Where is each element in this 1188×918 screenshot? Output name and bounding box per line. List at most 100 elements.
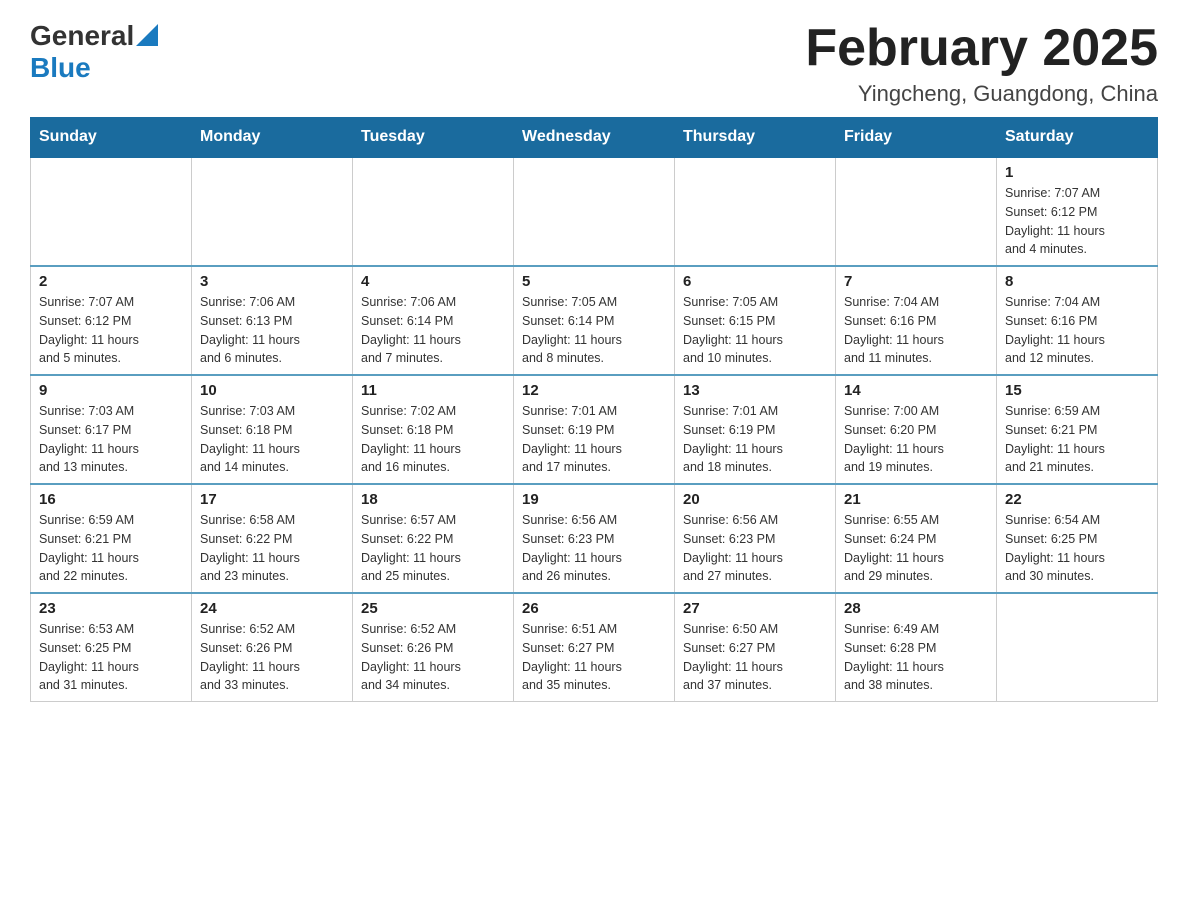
logo-general-text: General: [30, 20, 134, 52]
day-info: Sunrise: 6:59 AMSunset: 6:21 PMDaylight:…: [1005, 402, 1149, 477]
logo-arrow-icon: [136, 24, 158, 46]
day-number: 6: [683, 273, 827, 290]
day-info: Sunrise: 7:06 AMSunset: 6:14 PMDaylight:…: [361, 293, 505, 368]
day-info: Sunrise: 7:04 AMSunset: 6:16 PMDaylight:…: [1005, 293, 1149, 368]
day-info: Sunrise: 7:02 AMSunset: 6:18 PMDaylight:…: [361, 402, 505, 477]
calendar-cell: 9Sunrise: 7:03 AMSunset: 6:17 PMDaylight…: [31, 375, 192, 484]
calendar-header-thursday: Thursday: [675, 118, 836, 158]
calendar-cell: 12 Sunrise: 7:01 AMSunset: 6:19 PMDayligh…: [514, 375, 675, 484]
day-info: Sunrise: 6:52 AMSunset: 6:26 PMDaylight:…: [200, 620, 344, 695]
calendar-cell: 26 Sunrise: 6:51 AMSunset: 6:27 PMDayligh…: [514, 593, 675, 702]
calendar-cell: [997, 593, 1158, 702]
calendar-cell: 18 Sunrise: 6:57 AMSunset: 6:22 PMDayligh…: [353, 484, 514, 593]
calendar-header-row: SundayMondayTuesdayWednesdayThursdayFrid…: [31, 118, 1158, 158]
calendar-cell: 24 Sunrise: 6:52 AMSunset: 6:26 PMDayligh…: [192, 593, 353, 702]
day-info: Sunrise: 6:52 AMSunset: 6:26 PMDaylight:…: [361, 620, 505, 695]
day-number: 28: [844, 600, 988, 617]
calendar-cell: 5Sunrise: 7:05 AMSunset: 6:14 PMDaylight…: [514, 266, 675, 375]
day-number: 8: [1005, 273, 1149, 290]
day-number: 24: [200, 600, 344, 617]
day-info: Sunrise: 6:49 AMSunset: 6:28 PMDaylight:…: [844, 620, 988, 695]
day-info: Sunrise: 7:03 AMSunset: 6:17 PMDaylight:…: [39, 402, 183, 477]
calendar-cell: 28 Sunrise: 6:49 AMSunset: 6:28 PMDayligh…: [836, 593, 997, 702]
calendar-header-wednesday: Wednesday: [514, 118, 675, 158]
calendar-cell: 23Sunrise: 6:53 AMSunset: 6:25 PMDayligh…: [31, 593, 192, 702]
calendar-cell: 13 Sunrise: 7:01 AMSunset: 6:19 PMDayligh…: [675, 375, 836, 484]
calendar-cell: 16Sunrise: 6:59 AMSunset: 6:21 PMDayligh…: [31, 484, 192, 593]
day-info: Sunrise: 7:01 AMSunset: 6:19 PMDaylight:…: [683, 402, 827, 477]
day-number: 17: [200, 491, 344, 508]
day-number: 27: [683, 600, 827, 617]
calendar-cell: 25 Sunrise: 6:52 AMSunset: 6:26 PMDayligh…: [353, 593, 514, 702]
calendar-cell: [836, 157, 997, 266]
day-info: Sunrise: 6:57 AMSunset: 6:22 PMDaylight:…: [361, 511, 505, 586]
day-number: 15: [1005, 382, 1149, 399]
calendar-table: SundayMondayTuesdayWednesdayThursdayFrid…: [30, 117, 1158, 702]
day-number: 12: [522, 382, 666, 399]
day-number: 1: [1005, 164, 1149, 181]
day-info: Sunrise: 6:56 AMSunset: 6:23 PMDaylight:…: [522, 511, 666, 586]
logo-blue-text: Blue: [30, 52, 91, 84]
day-number: 21: [844, 491, 988, 508]
calendar-week-row: 2 Sunrise: 7:07 AMSunset: 6:12 PMDaylight…: [31, 266, 1158, 375]
day-number: 25: [361, 600, 505, 617]
calendar-cell: 2 Sunrise: 7:07 AMSunset: 6:12 PMDaylight…: [31, 266, 192, 375]
day-number: 2: [39, 273, 183, 290]
logo: General Blue: [30, 20, 158, 84]
day-info: Sunrise: 6:54 AMSunset: 6:25 PMDaylight:…: [1005, 511, 1149, 586]
day-number: 3: [200, 273, 344, 290]
day-number: 26: [522, 600, 666, 617]
calendar-cell: [31, 157, 192, 266]
day-number: 10: [200, 382, 344, 399]
day-info: Sunrise: 7:07 AMSunset: 6:12 PMDaylight:…: [39, 293, 183, 368]
day-info: Sunrise: 7:01 AMSunset: 6:19 PMDaylight:…: [522, 402, 666, 477]
calendar-week-row: 9Sunrise: 7:03 AMSunset: 6:17 PMDaylight…: [31, 375, 1158, 484]
day-number: 20: [683, 491, 827, 508]
calendar-cell: 6 Sunrise: 7:05 AMSunset: 6:15 PMDaylight…: [675, 266, 836, 375]
calendar-cell: 4 Sunrise: 7:06 AMSunset: 6:14 PMDaylight…: [353, 266, 514, 375]
day-number: 19: [522, 491, 666, 508]
day-number: 13: [683, 382, 827, 399]
day-info: Sunrise: 6:58 AMSunset: 6:22 PMDaylight:…: [200, 511, 344, 586]
calendar-header-tuesday: Tuesday: [353, 118, 514, 158]
calendar-cell: [353, 157, 514, 266]
day-number: 11: [361, 382, 505, 399]
calendar-cell: 11 Sunrise: 7:02 AMSunset: 6:18 PMDayligh…: [353, 375, 514, 484]
day-number: 22: [1005, 491, 1149, 508]
day-number: 18: [361, 491, 505, 508]
day-info: Sunrise: 6:56 AMSunset: 6:23 PMDaylight:…: [683, 511, 827, 586]
calendar-cell: 7Sunrise: 7:04 AMSunset: 6:16 PMDaylight…: [836, 266, 997, 375]
day-info: Sunrise: 7:04 AMSunset: 6:16 PMDaylight:…: [844, 293, 988, 368]
calendar-cell: 17 Sunrise: 6:58 AMSunset: 6:22 PMDayligh…: [192, 484, 353, 593]
day-info: Sunrise: 7:05 AMSunset: 6:14 PMDaylight:…: [522, 293, 666, 368]
day-info: Sunrise: 7:03 AMSunset: 6:18 PMDaylight:…: [200, 402, 344, 477]
calendar-week-row: 1 Sunrise: 7:07 AMSunset: 6:12 PMDaylight…: [31, 157, 1158, 266]
day-info: Sunrise: 7:07 AMSunset: 6:12 PMDaylight:…: [1005, 184, 1149, 259]
calendar-header-saturday: Saturday: [997, 118, 1158, 158]
day-info: Sunrise: 6:53 AMSunset: 6:25 PMDaylight:…: [39, 620, 183, 695]
day-info: Sunrise: 6:51 AMSunset: 6:27 PMDaylight:…: [522, 620, 666, 695]
calendar-header-friday: Friday: [836, 118, 997, 158]
calendar-cell: 14 Sunrise: 7:00 AMSunset: 6:20 PMDayligh…: [836, 375, 997, 484]
calendar-cell: 1 Sunrise: 7:07 AMSunset: 6:12 PMDaylight…: [997, 157, 1158, 266]
day-number: 14: [844, 382, 988, 399]
calendar-cell: 21 Sunrise: 6:55 AMSunset: 6:24 PMDayligh…: [836, 484, 997, 593]
day-info: Sunrise: 7:00 AMSunset: 6:20 PMDaylight:…: [844, 402, 988, 477]
calendar-cell: 22 Sunrise: 6:54 AMSunset: 6:25 PMDayligh…: [997, 484, 1158, 593]
calendar-cell: [192, 157, 353, 266]
page-header: General Blue February 2025 Yingcheng, Gu…: [30, 20, 1158, 107]
title-area: February 2025 Yingcheng, Guangdong, Chin…: [805, 20, 1158, 107]
calendar-week-row: 23Sunrise: 6:53 AMSunset: 6:25 PMDayligh…: [31, 593, 1158, 702]
calendar-cell: 15 Sunrise: 6:59 AMSunset: 6:21 PMDayligh…: [997, 375, 1158, 484]
calendar-cell: 27Sunrise: 6:50 AMSunset: 6:27 PMDayligh…: [675, 593, 836, 702]
day-info: Sunrise: 6:59 AMSunset: 6:21 PMDaylight:…: [39, 511, 183, 586]
calendar-cell: 3 Sunrise: 7:06 AMSunset: 6:13 PMDaylight…: [192, 266, 353, 375]
day-info: Sunrise: 6:55 AMSunset: 6:24 PMDaylight:…: [844, 511, 988, 586]
calendar-header-monday: Monday: [192, 118, 353, 158]
day-number: 4: [361, 273, 505, 290]
day-info: Sunrise: 7:06 AMSunset: 6:13 PMDaylight:…: [200, 293, 344, 368]
month-title: February 2025: [805, 20, 1158, 77]
day-info: Sunrise: 7:05 AMSunset: 6:15 PMDaylight:…: [683, 293, 827, 368]
calendar-cell: 19 Sunrise: 6:56 AMSunset: 6:23 PMDayligh…: [514, 484, 675, 593]
calendar-header-sunday: Sunday: [31, 118, 192, 158]
